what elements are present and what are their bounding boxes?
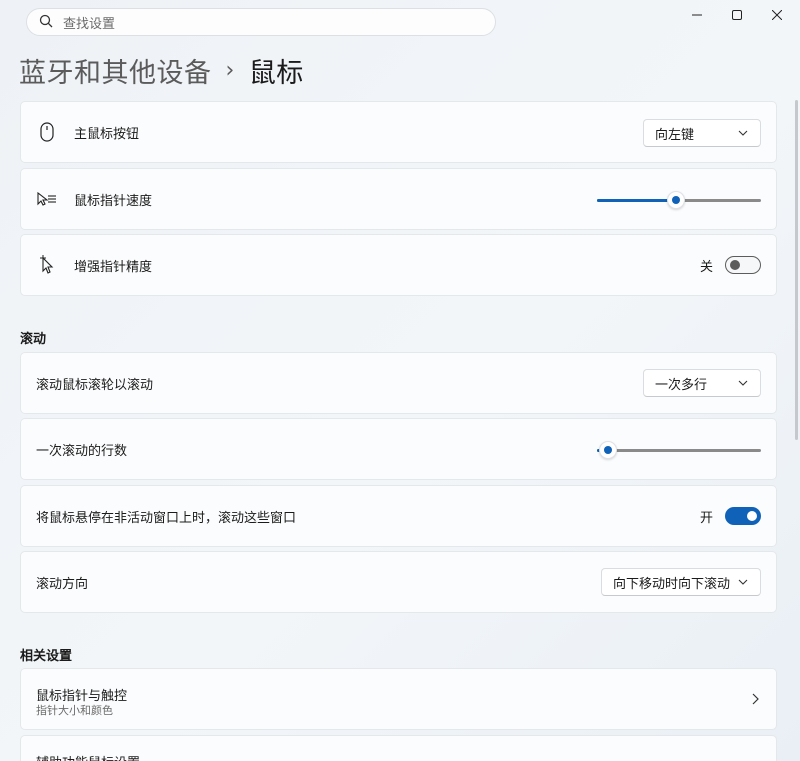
scroll-lines-slider[interactable] (597, 440, 761, 460)
primary-button-value: 向左键 (655, 127, 695, 143)
slider-thumb[interactable] (666, 191, 685, 209)
primary-button-card: 主鼠标按钮 向左键 (20, 101, 777, 163)
accessibility-mouse-link[interactable]: 辅助功能鼠标设置 (20, 735, 777, 761)
slider-thumb[interactable] (599, 441, 618, 459)
pointer-speed-slider[interactable] (597, 190, 761, 210)
scroll-mode-value: 一次多行 (655, 377, 708, 393)
maximize-icon (732, 10, 742, 20)
chevron-down-icon (738, 380, 748, 386)
pointer-speed-card: 鼠标指针速度 (20, 168, 777, 230)
scroll-direction-label: 滚动方向 (36, 576, 89, 592)
scroll-inactive-label: 将鼠标悬停在非活动窗口上时，滚动这些窗口 (36, 510, 297, 526)
scroll-lines-label: 一次滚动的行数 (36, 443, 128, 459)
primary-button-dropdown[interactable]: 向左键 (643, 119, 761, 147)
search-box[interactable]: 查找设置 (26, 8, 496, 36)
pointer-precision-state: 关 (699, 259, 713, 275)
minimize-icon (692, 14, 702, 16)
pointer-precision-toggle-wrap: 关 (700, 256, 761, 275)
scroll-inactive-state: 开 (699, 510, 713, 526)
scroll-mode-label: 滚动鼠标滚轮以滚动 (36, 377, 154, 393)
scroll-direction-card: 滚动方向 向下移动时向下滚动 (20, 551, 777, 613)
breadcrumb-parent[interactable]: 蓝牙和其他设备 (19, 51, 212, 90)
pointer-touch-link[interactable]: 鼠标指针与触控 指针大小和颜色 (20, 668, 777, 730)
scroll-inactive-toggle-wrap: 开 (700, 507, 761, 526)
breadcrumb-current: 鼠标 (248, 57, 304, 89)
scrollbar[interactable] (795, 100, 798, 440)
pointer-precision-card: 增强指针精度 关 (20, 234, 777, 296)
scroll-lines-card: 一次滚动的行数 (20, 418, 777, 480)
search-icon (39, 13, 53, 32)
breadcrumb-separator: › (225, 57, 235, 83)
scroll-inactive-toggle[interactable] (725, 507, 761, 525)
mouse-icon (37, 122, 57, 142)
pointer-precision-icon (37, 255, 57, 275)
pointer-precision-toggle[interactable] (725, 256, 761, 274)
page-title: 蓝牙和其他设备 › 鼠标 (19, 50, 304, 90)
scroll-inactive-card: 将鼠标悬停在非活动窗口上时，滚动这些窗口 开 (20, 485, 777, 547)
chevron-right-icon (752, 693, 759, 705)
pointer-touch-sublabel: 指针大小和颜色 (36, 704, 113, 717)
pointer-speed-label: 鼠标指针速度 (74, 193, 153, 209)
section-title-related: 相关设置 (20, 649, 73, 664)
scroll-mode-card: 滚动鼠标滚轮以滚动 一次多行 (20, 352, 777, 414)
primary-button-label: 主鼠标按钮 (74, 126, 140, 142)
scroll-mode-dropdown[interactable]: 一次多行 (643, 369, 761, 397)
accessibility-mouse-label: 辅助功能鼠标设置 (36, 752, 140, 761)
chevron-down-icon (738, 130, 748, 136)
close-button[interactable] (754, 0, 800, 30)
scroll-direction-dropdown[interactable]: 向下移动时向下滚动 (601, 568, 761, 596)
search-input[interactable]: 查找设置 (63, 13, 115, 32)
chevron-down-icon (738, 579, 748, 585)
pointer-speed-icon (37, 189, 57, 209)
close-icon (772, 10, 782, 20)
section-title-scrolling: 滚动 (20, 332, 47, 347)
pointer-precision-label: 增强指针精度 (74, 259, 153, 275)
scroll-direction-value: 向下移动时向下滚动 (613, 576, 731, 592)
